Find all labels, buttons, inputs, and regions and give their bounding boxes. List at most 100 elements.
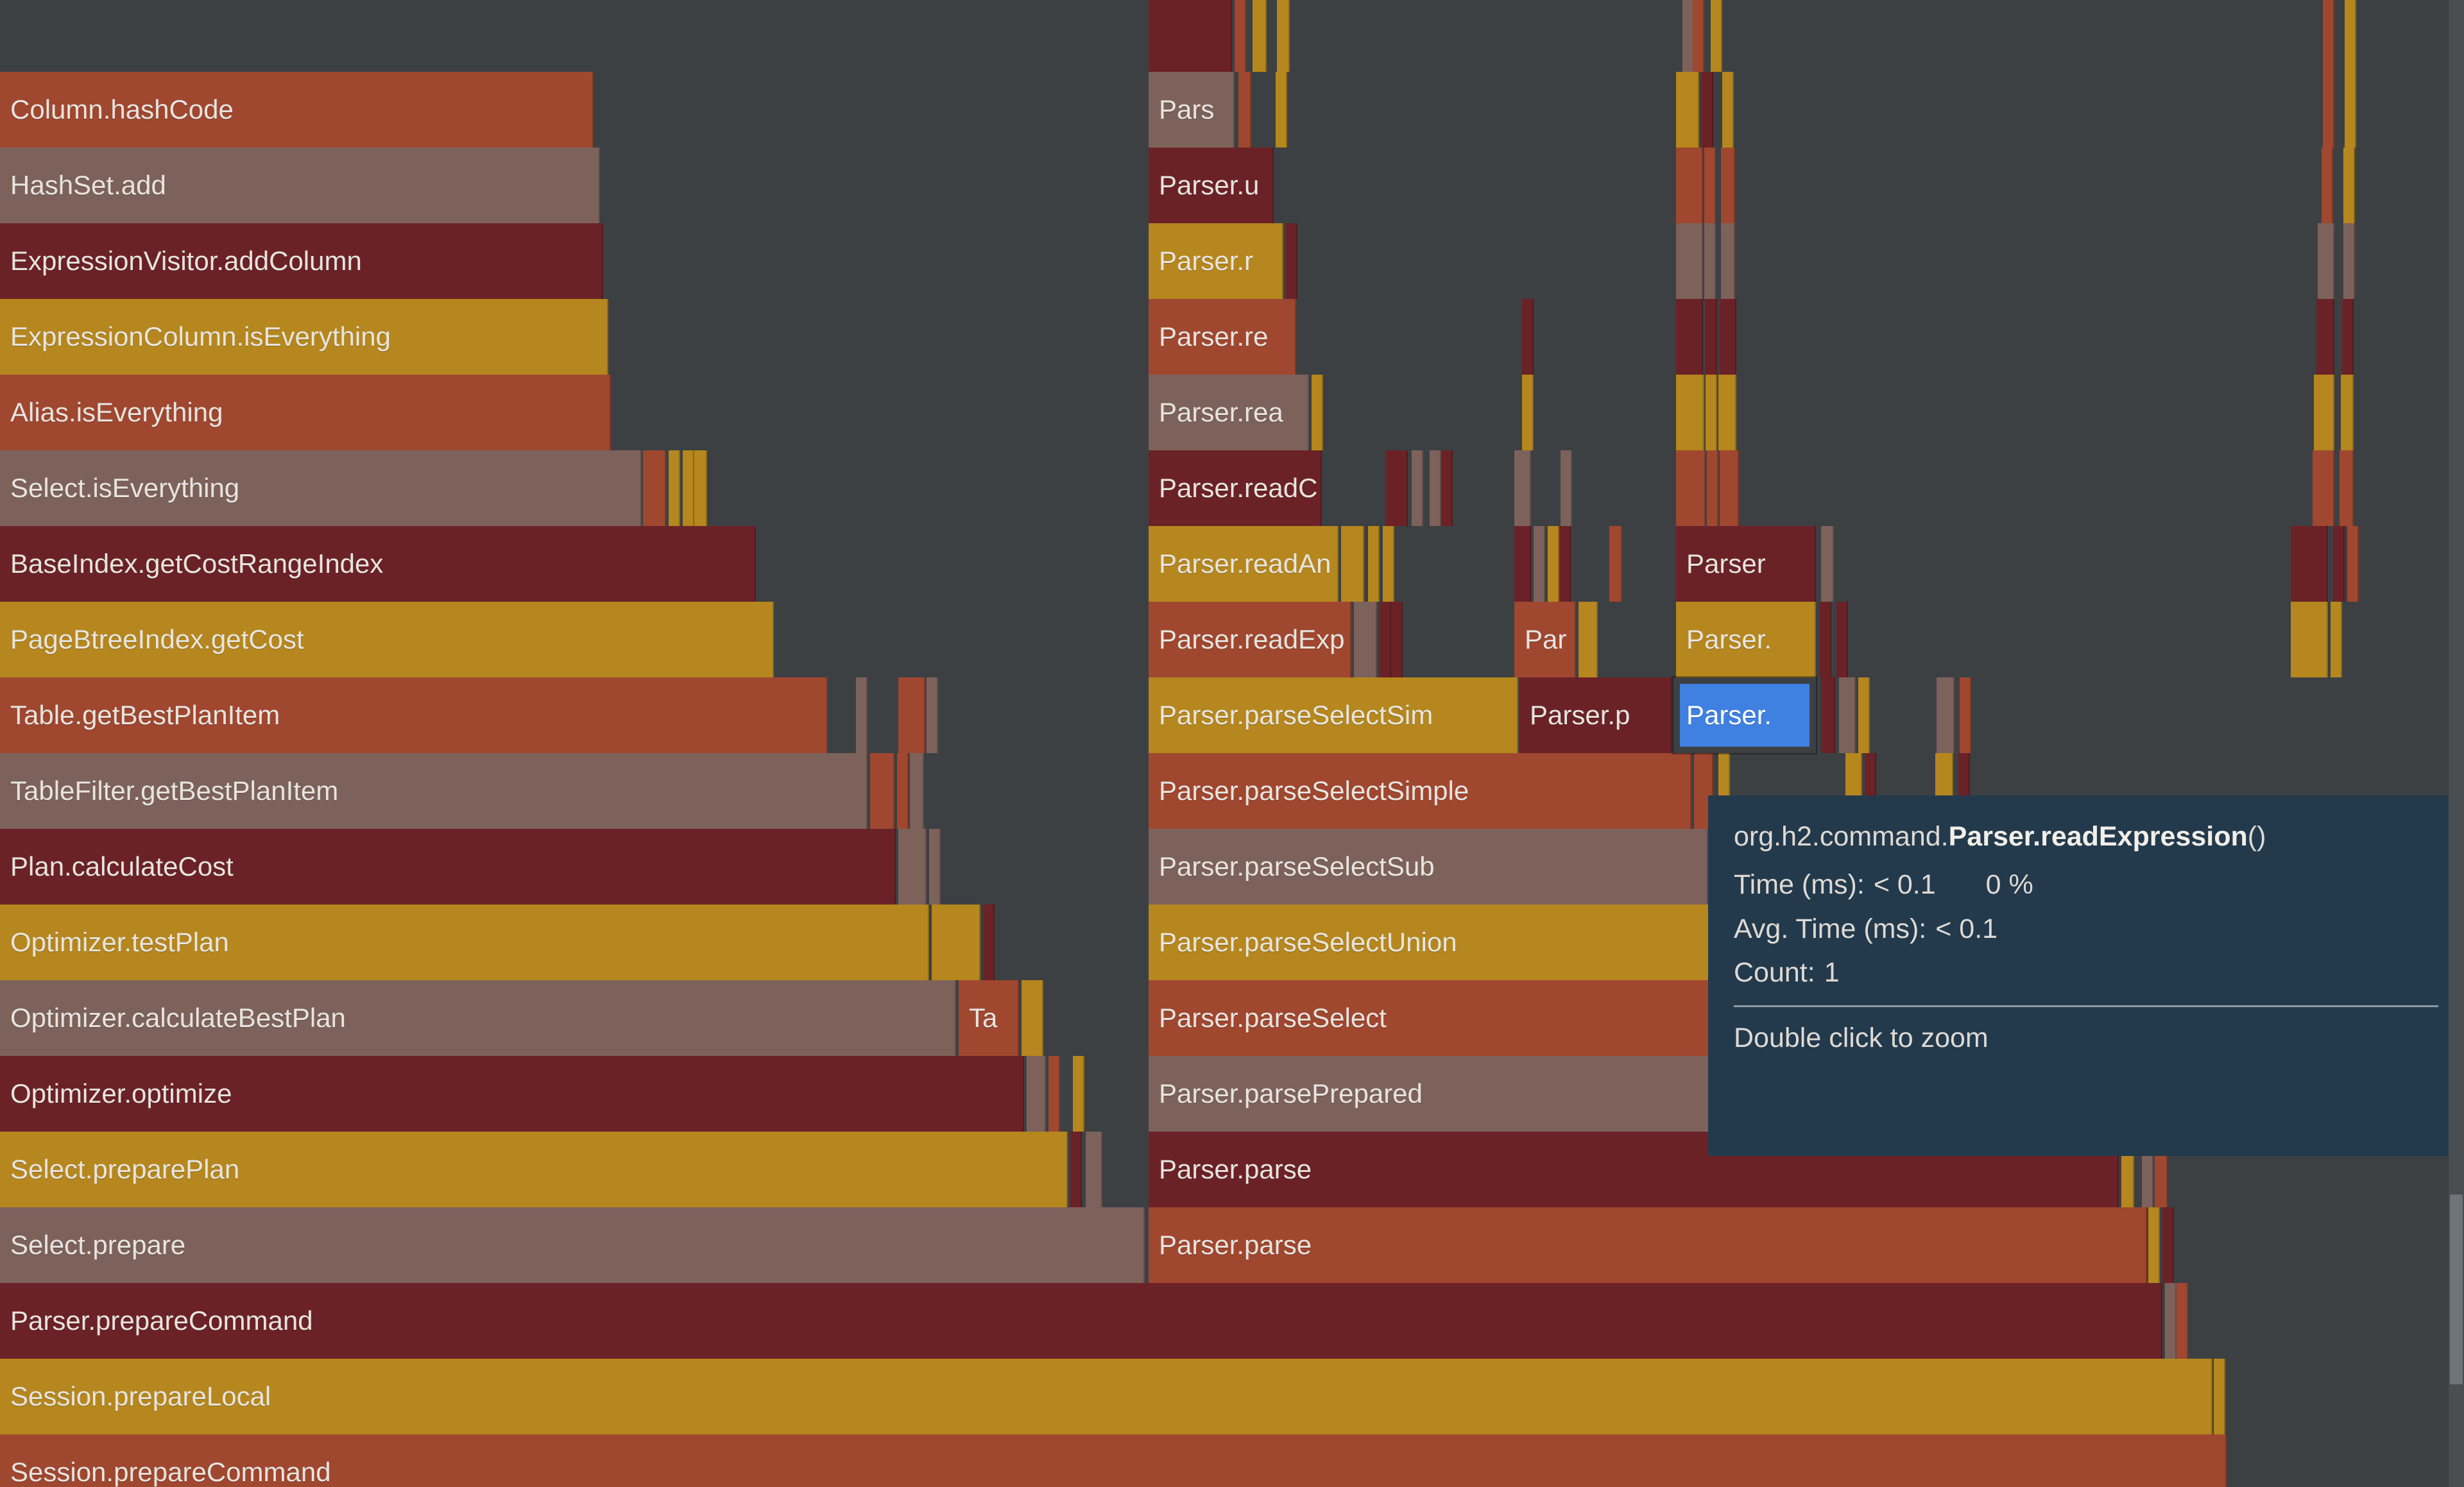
flame-frame[interactable] [897,753,909,829]
flame-frame[interactable] [1441,450,1453,526]
flame-frame[interactable]: Session.prepareLocal [0,1359,2212,1434]
flame-frame[interactable]: Parser.prepareCommand [0,1283,2162,1359]
flame-frame[interactable] [2291,602,2328,677]
flame-frame[interactable] [1721,223,1735,299]
flame-frame[interactable] [1522,375,1534,450]
flame-frame[interactable] [1676,450,1706,526]
flame-frame[interactable]: Parser.re [1149,299,1296,375]
flame-frame[interactable] [1676,223,1703,299]
flame-frame[interactable] [2343,223,2355,299]
flame-frame-selected[interactable]: Parser. [1672,676,1817,754]
flame-frame[interactable] [2322,148,2333,223]
flame-frame[interactable] [1676,375,1704,450]
flame-frame[interactable] [2316,299,2334,375]
flame-frame[interactable] [1391,602,1403,677]
flame-frame[interactable] [2331,602,2342,677]
vertical-scrollbar-thumb[interactable] [2450,1194,2463,1384]
flame-frame[interactable] [1676,148,1703,223]
flame-frame[interactable] [2333,526,2345,602]
flame-frame[interactable] [1609,526,1622,602]
flame-frame[interactable] [643,450,666,526]
flame-frame[interactable] [1720,450,1739,526]
flame-frame[interactable] [1027,1056,1046,1132]
flame-frame[interactable] [2341,375,2354,450]
flame-frame[interactable]: ExpressionVisitor.addColumn [0,223,603,299]
flame-frame[interactable] [1380,602,1391,677]
flame-frame[interactable] [2347,526,2359,602]
flame-frame[interactable] [1702,72,1713,148]
flame-frame[interactable]: BaseIndex.getCostRangeIndex [0,526,756,602]
flame-frame[interactable]: Parser.parseSelectSub [1149,829,1708,905]
flame-frame[interactable]: Parser.readExp [1149,602,1351,677]
flame-frame[interactable]: Optimizer.testPlan [0,905,929,980]
flame-frame[interactable]: Parser.parseSelectUnion [1149,905,1793,980]
flame-frame[interactable] [910,753,924,829]
flame-frame[interactable] [1720,299,1736,375]
flame-frame[interactable] [1858,677,1870,753]
flame-frame[interactable]: Parser.rea [1149,375,1309,450]
flame-frame[interactable] [1548,526,1559,602]
flame-frame[interactable] [1286,223,1297,299]
flame-frame[interactable]: Ta [959,980,1019,1056]
flame-frame[interactable] [1821,526,1834,602]
flame-frame[interactable] [1960,677,1971,753]
flame-frame[interactable] [1149,0,1232,72]
flame-frame[interactable] [1412,450,1423,526]
flame-frame[interactable]: Parser.parseSelectSim [1149,677,1518,753]
flame-frame[interactable] [2148,1207,2160,1283]
flame-frame[interactable] [1836,602,1848,677]
flame-frame[interactable] [2323,72,2334,148]
flame-frame[interactable] [1514,526,1531,602]
flame-frame[interactable]: Plan.calculateCost [0,829,896,905]
flame-frame[interactable] [1706,375,1717,450]
flame-frame[interactable] [1722,72,1734,148]
flame-frame[interactable] [1341,526,1364,602]
flame-frame[interactable] [2291,526,2328,602]
flame-frame[interactable]: Column.hashCode [0,72,594,148]
flame-frame[interactable] [1693,0,1704,72]
flame-frame[interactable] [2162,1207,2174,1283]
flame-frame[interactable]: Alias.isEverything [0,375,611,450]
flame-frame[interactable]: Session.prepareCommand [0,1434,2227,1487]
flame-frame[interactable] [1312,375,1323,450]
flame-frame[interactable]: Pars [1149,72,1235,148]
flame-frame[interactable] [1354,602,1377,677]
flame-frame[interactable] [927,677,938,753]
flame-frame[interactable] [1707,450,1718,526]
flame-frame[interactable] [1235,0,1246,72]
flame-frame[interactable]: Parser.parseSelectSimple [1149,753,1691,829]
flame-frame[interactable] [1534,526,1545,602]
flame-frame[interactable]: Select.isEverything [0,450,642,526]
flame-frame[interactable]: Parser.r [1149,223,1283,299]
flame-frame[interactable] [1704,223,1716,299]
flame-frame[interactable]: Select.prepare [0,1207,1145,1283]
flame-frame[interactable] [1086,1132,1102,1207]
flame-frame[interactable] [1253,0,1267,72]
flame-frame[interactable] [1238,72,1251,148]
flame-frame[interactable] [1383,526,1394,602]
flame-frame[interactable] [983,905,995,980]
flame-frame[interactable] [2314,375,2334,450]
flame-frame[interactable] [1718,375,1736,450]
flame-frame[interactable] [1820,602,1831,677]
flame-frame[interactable] [2345,72,2356,148]
flame-frame[interactable]: Parser.parse [1149,1207,2147,1283]
flame-frame[interactable] [2165,1283,2177,1359]
flame-frame[interactable]: Parser. [1676,602,1816,677]
flame-frame[interactable] [1711,0,1722,72]
flame-frame[interactable]: PageBtreeIndex.getCost [0,602,774,677]
flame-frame[interactable] [1676,299,1703,375]
flame-frame[interactable] [1276,72,1287,148]
flame-frame[interactable] [1704,148,1716,223]
flame-frame[interactable] [2323,0,2334,72]
flame-frame[interactable]: Table.getBestPlanItem [0,677,828,753]
flame-frame[interactable] [1721,148,1735,223]
flame-frame[interactable] [898,677,925,753]
flame-frame[interactable]: Optimizer.optimize [0,1056,1024,1132]
flame-frame[interactable] [932,905,980,980]
flame-frame[interactable] [694,450,707,526]
flame-frame[interactable]: TableFilter.getBestPlanItem [0,753,868,829]
flame-frame[interactable] [683,450,694,526]
flame-frame[interactable] [1839,677,1856,753]
flame-frame[interactable]: HashSet.add [0,148,600,223]
